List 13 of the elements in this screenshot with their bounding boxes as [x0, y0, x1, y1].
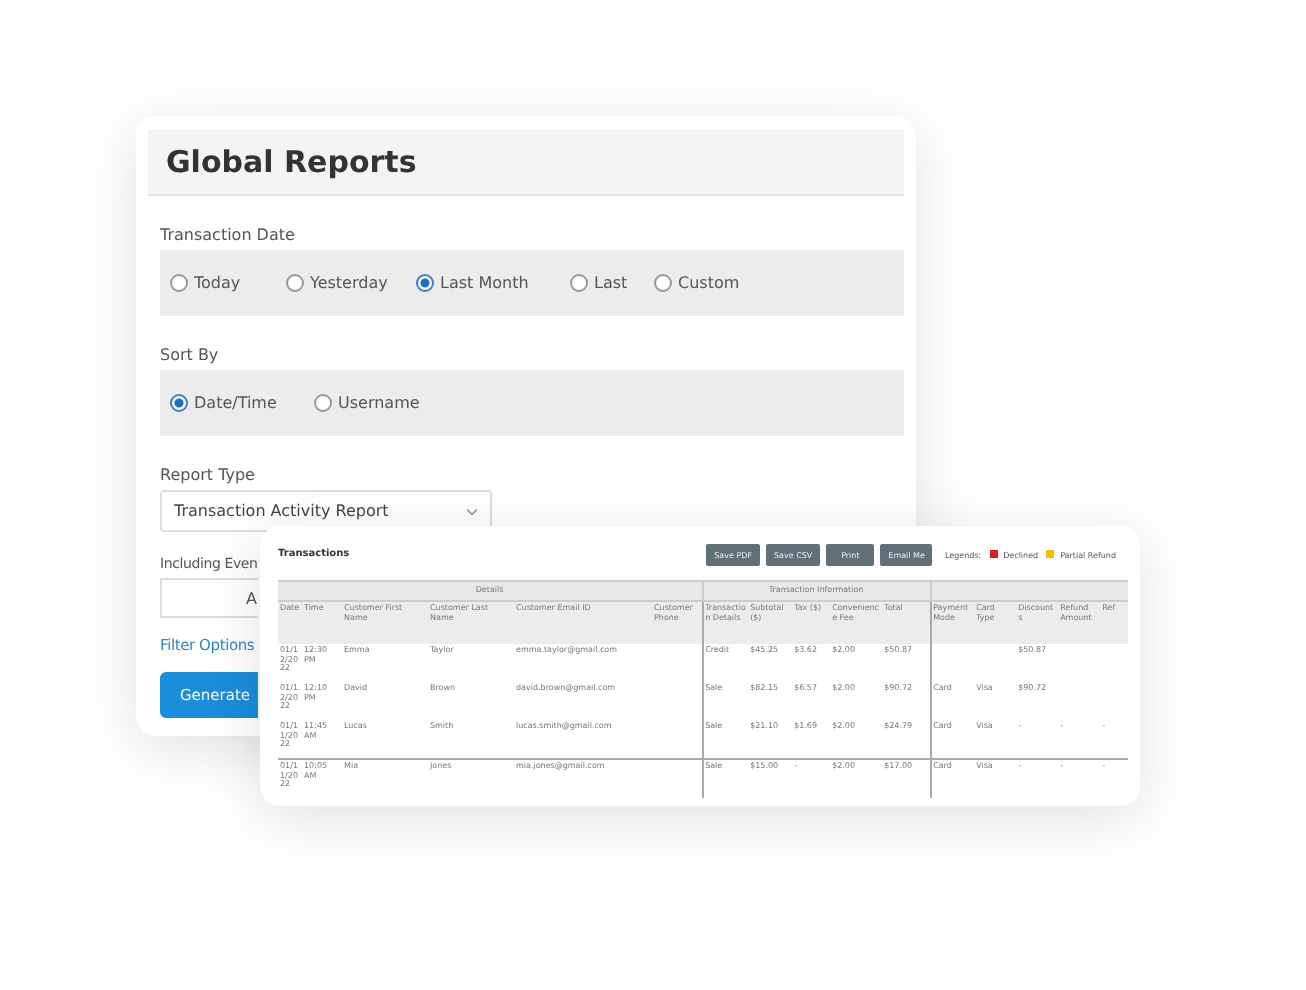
chevron-down-icon [466, 507, 478, 515]
radio-option[interactable]: Custom [654, 274, 770, 292]
field-label: Report Type [160, 466, 255, 484]
field-label: Sort By [160, 346, 219, 364]
radio-option[interactable]: Username [314, 394, 458, 412]
radio-option[interactable]: Date/Time [170, 394, 314, 412]
input-field[interactable]: A [160, 578, 258, 618]
field-label: Transaction Date [160, 226, 295, 244]
radio-option[interactable]: Last Month [416, 274, 570, 292]
radio-option[interactable]: Last [570, 274, 654, 292]
radio-option[interactable]: Yesterday [286, 274, 416, 292]
form-title: Global Reports [166, 144, 417, 180]
radio-option[interactable]: Today [170, 274, 286, 292]
